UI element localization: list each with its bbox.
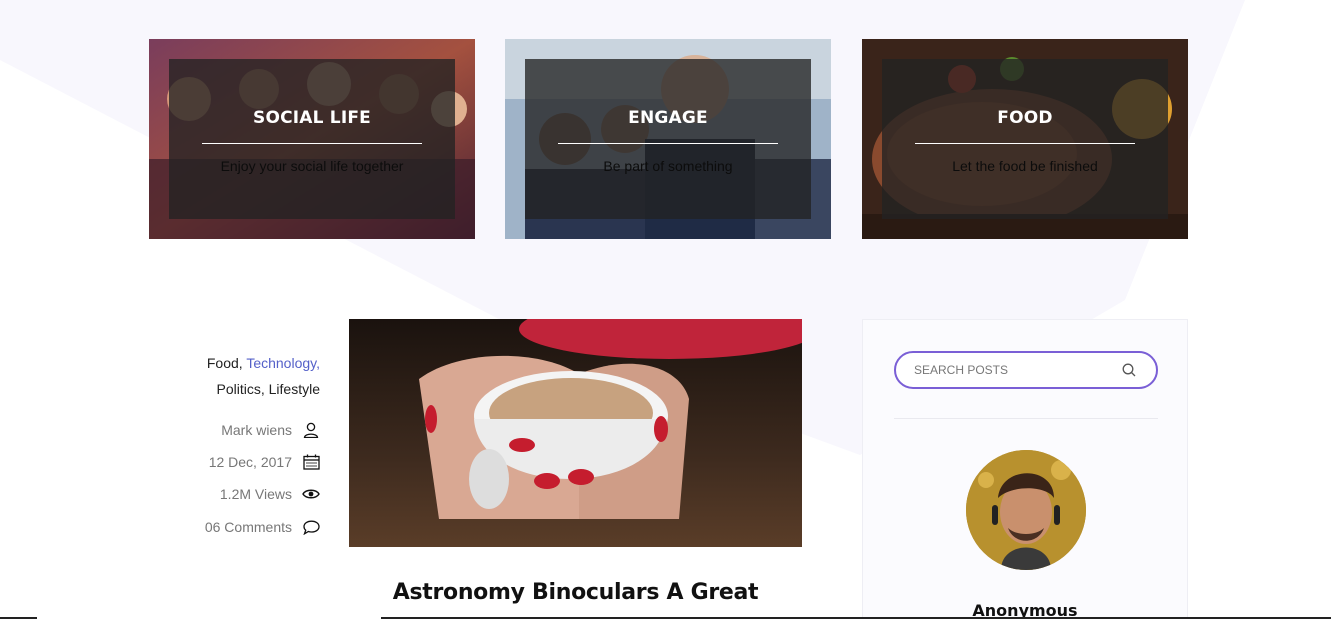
tag-link-politics[interactable]: Politics,: [217, 381, 269, 397]
tag-link-food[interactable]: Food,: [207, 355, 246, 371]
category-title: ENGAGE: [628, 108, 708, 128]
category-title: SOCIAL LIFE: [253, 108, 371, 128]
user-icon: [302, 421, 320, 439]
tag-link-lifestyle[interactable]: Lifestyle: [269, 381, 320, 397]
sidebar-divider: [894, 418, 1158, 419]
eye-icon: [302, 485, 320, 503]
views-row: 1.2M Views: [220, 483, 320, 505]
post-meta: Food, Technology, Politics, Lifestyle Ma…: [150, 350, 320, 535]
comment-icon: [302, 518, 320, 536]
post-comments[interactable]: 06 Comments: [205, 519, 292, 535]
post-featured-image[interactable]: [349, 319, 802, 547]
category-subtitle: Enjoy your social life together: [220, 158, 404, 174]
page: SOCIAL LIFE Enjoy your social life toget…: [0, 0, 1331, 619]
category-overlay: FOOD Let the food be finished: [882, 59, 1168, 219]
coffee-cup-image: [349, 319, 802, 547]
category-divider: [915, 143, 1135, 144]
category-subtitle: Be part of something: [603, 158, 733, 174]
search-box: [894, 351, 1158, 389]
category-subtitle: Let the food be finished: [952, 158, 1098, 174]
category-title: FOOD: [997, 108, 1053, 128]
category-divider: [558, 143, 778, 144]
category-overlay: SOCIAL LIFE Enjoy your social life toget…: [169, 59, 455, 219]
category-divider: [202, 143, 422, 144]
tag-label[interactable]: Politics: [217, 381, 261, 397]
search-input[interactable]: [914, 361, 1114, 379]
post-tags: Food, Technology, Politics, Lifestyle: [150, 350, 320, 402]
tag-link-technology[interactable]: Technology,: [246, 355, 320, 371]
author-name[interactable]: Mark wiens: [221, 422, 292, 438]
tag-separator: ,: [260, 381, 269, 397]
comments-row[interactable]: 06 Comments: [205, 516, 320, 538]
sidebar: Anonymous: [862, 319, 1188, 619]
tag-label[interactable]: Food: [207, 355, 239, 371]
post-title[interactable]: Astronomy Binoculars A Great: [349, 580, 802, 605]
author-avatar: [966, 450, 1086, 570]
search-icon[interactable]: [1120, 361, 1138, 379]
post-date: 12 Dec, 2017: [208, 454, 292, 470]
calendar-icon: [302, 453, 320, 471]
category-overlay: ENGAGE Be part of something: [525, 59, 811, 219]
date-row: 12 Dec, 2017: [209, 451, 320, 473]
category-card-engage[interactable]: ENGAGE Be part of something: [505, 39, 831, 239]
author-row[interactable]: Mark wiens: [221, 419, 320, 441]
post-views: 1.2M Views: [219, 486, 292, 502]
category-card-food[interactable]: FOOD Let the food be finished: [862, 39, 1188, 239]
category-card-social-life[interactable]: SOCIAL LIFE Enjoy your social life toget…: [149, 39, 475, 239]
